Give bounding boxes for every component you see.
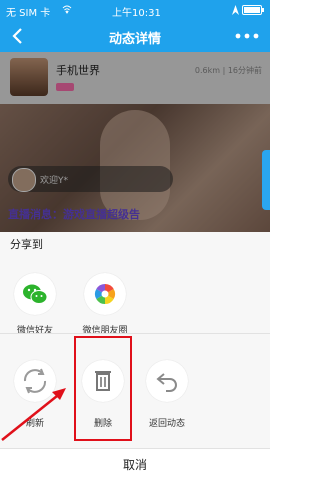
side-handle[interactable] bbox=[262, 150, 270, 210]
wechat-icon bbox=[23, 284, 48, 304]
battery-icon bbox=[242, 5, 264, 15]
location-icon bbox=[232, 5, 239, 15]
delete-highlight-box bbox=[74, 336, 132, 441]
sheet-divider bbox=[0, 333, 270, 334]
share-sheet-title: 分享到 bbox=[10, 238, 43, 251]
wechat-friend-button[interactable] bbox=[14, 273, 56, 315]
wechat-friend-label: 微信好友 bbox=[16, 326, 53, 336]
return-post-label: 返回动态 bbox=[148, 419, 185, 429]
modal-overlay[interactable] bbox=[0, 52, 270, 232]
page-title: 动态详情 bbox=[108, 32, 161, 47]
wechat-moments-button[interactable] bbox=[84, 273, 126, 315]
return-icon bbox=[156, 373, 177, 392]
cancel-button[interactable]: 取消 bbox=[0, 456, 270, 473]
wifi-icon bbox=[62, 5, 72, 14]
wechat-moments-label: 微信朋友圈 bbox=[82, 326, 128, 336]
return-post-button[interactable] bbox=[146, 360, 188, 402]
moments-icon bbox=[94, 283, 116, 305]
pointer-arrow-icon bbox=[1, 388, 66, 441]
more-options-icon[interactable] bbox=[234, 30, 260, 42]
nav-bar: 动态详情 bbox=[0, 20, 270, 52]
clock: 上午10:31 bbox=[112, 8, 161, 19]
carrier-label: 无 SIM 卡 bbox=[6, 8, 51, 19]
status-bar: 无 SIM 卡 上午10:31 bbox=[0, 0, 270, 20]
